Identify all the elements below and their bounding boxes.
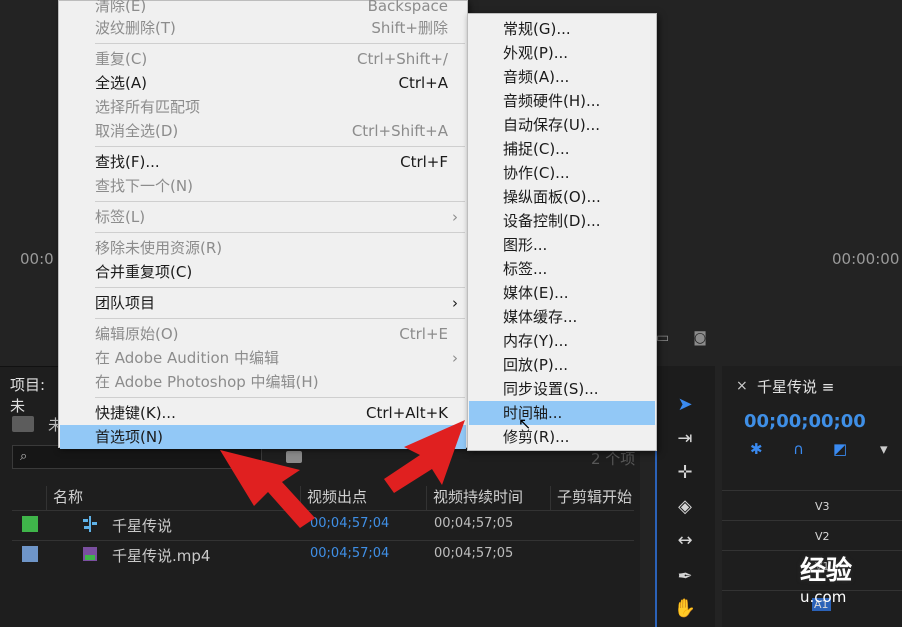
submenu-item-media-cache[interactable]: 媒体缓存... (469, 305, 655, 329)
menu-separator (95, 232, 465, 233)
snap-icon[interactable]: ∩ (793, 440, 804, 458)
clip-video-out[interactable]: 00;04;57;04 (310, 546, 389, 561)
submenu-item-audio-hardware[interactable]: 音频硬件(H)... (469, 89, 655, 113)
submenu-item-media[interactable]: 媒体(E)... (469, 281, 655, 305)
menu-item-edit-in-audition[interactable]: 在 Adobe Audition 中编辑 › (60, 346, 466, 370)
label-color-swatch[interactable] (22, 516, 38, 532)
menu-item-deselect-all[interactable]: 取消全选(D) Ctrl+Shift+A (60, 119, 466, 143)
selection-tool-icon[interactable]: ➤ (673, 394, 697, 418)
menu-item-team-projects[interactable]: 团队项目 › (60, 291, 466, 315)
menu-item-find-next[interactable]: 查找下一个(N) (60, 174, 466, 198)
menu-item-edit-in-photoshop[interactable]: 在 Adobe Photoshop 中编辑(H) (60, 370, 466, 394)
panel-menu-icon[interactable]: ≡ (822, 378, 835, 396)
menu-item-edit-original[interactable]: 编辑原始(O) Ctrl+E (60, 322, 466, 346)
menu-separator (95, 201, 465, 202)
camera-icon[interactable]: ◙ (693, 330, 707, 346)
video-file-icon (82, 546, 98, 562)
monitor-controls: ▭ ◙ (656, 330, 707, 346)
add-marker-icon[interactable]: ▾ (880, 440, 888, 458)
slip-tool-icon[interactable]: ↔ (673, 530, 697, 554)
submenu-item-general[interactable]: 常规(G)... (469, 17, 655, 41)
submenu-item-sync-settings[interactable]: 同步设置(S)... (469, 377, 655, 401)
folder-icon[interactable] (12, 416, 34, 432)
submenu-item-audio[interactable]: 音频(A)... (469, 65, 655, 89)
menu-item-select-all[interactable]: 全选(A) Ctrl+A (60, 71, 466, 95)
submenu-item-labels[interactable]: 标签... (469, 257, 655, 281)
track-label: V3 (815, 500, 830, 513)
nest-icon[interactable]: ✱ (750, 440, 763, 458)
clip-name: 千星传说.mp4 (112, 547, 211, 565)
ripple-edit-tool-icon[interactable]: ✛ (673, 462, 697, 486)
menu-separator (95, 146, 465, 147)
clip-name: 千星传说 (112, 517, 173, 535)
menu-separator (95, 43, 465, 44)
project-tab[interactable]: 项目:未 (0, 374, 60, 415)
menu-item-remove-unused[interactable]: 移除未使用资源(R) (60, 236, 466, 260)
menu-item-duplicate[interactable]: 重复(C) Ctrl+Shift+/ (60, 47, 466, 71)
submenu-item-auto-save[interactable]: 自动保存(U)... (469, 113, 655, 137)
column-subclip-start[interactable]: 子剪辑开始 (550, 486, 634, 510)
submenu-item-memory[interactable]: 内存(Y)... (469, 329, 655, 353)
submenu-item-graphics[interactable]: 图形... (469, 233, 655, 257)
pen-tool-icon[interactable]: ✒ (673, 566, 697, 590)
submenu-item-playback[interactable]: 回放(P)... (469, 353, 655, 377)
submenu-item-appearance[interactable]: 外观(P)... (469, 41, 655, 65)
razor-tool-icon[interactable]: ◈ (673, 496, 697, 520)
submenu-item-device-control[interactable]: 设备控制(D)... (469, 209, 655, 233)
clip-duration: 00;04;57;05 (434, 546, 514, 561)
menu-separator (95, 397, 465, 398)
submenu-item-control-surface[interactable]: 操纵面板(O)... (469, 185, 655, 209)
track-row[interactable] (722, 520, 902, 550)
menu-item-find[interactable]: 查找(F)... Ctrl+F (60, 150, 466, 174)
close-icon[interactable]: × (736, 378, 748, 394)
mouse-cursor-icon: ↖ (518, 414, 532, 433)
menu-separator (95, 318, 465, 319)
source-timecode: 00:0 (20, 250, 54, 268)
timeline-title[interactable]: 千星传说 ≡ (757, 376, 834, 397)
search-icon: ⌕ (20, 449, 28, 464)
menu-item-select-all-matching[interactable]: 选择所有匹配项 (60, 95, 466, 119)
linked-selection-icon[interactable]: ◩ (833, 440, 847, 458)
menu-item-ripple-delete[interactable]: 波纹删除(T) Shift+删除 (60, 16, 466, 40)
red-arrow-icon (384, 420, 465, 493)
preferences-submenu: 常规(G)... 外观(P)... 音频(A)... 音频硬件(H)... 自动… (467, 13, 657, 451)
watermark-text: 经验 (800, 556, 853, 586)
clip-video-out[interactable]: 00;04;57;04 (310, 516, 389, 531)
red-arrow-icon (220, 450, 315, 528)
submenu-item-collaboration[interactable]: 协作(C)... (469, 161, 655, 185)
menu-separator (95, 287, 465, 288)
clip-duration: 00;04;57;05 (434, 516, 514, 531)
label-color-swatch[interactable] (22, 546, 38, 562)
menu-item-consolidate-duplicates[interactable]: 合并重复项(C) (60, 260, 466, 284)
timeline-timecode[interactable]: 00;00;00;00 (744, 411, 866, 432)
program-timecode: 00:00:00 (832, 250, 900, 268)
submenu-item-trim[interactable]: 修剪(R)... (469, 425, 655, 449)
submenu-item-capture[interactable]: 捕捉(C)... (469, 137, 655, 161)
submenu-item-timeline[interactable]: 时间轴... (469, 401, 655, 425)
hand-tool-icon[interactable]: ✋ (673, 598, 697, 622)
sequence-icon (82, 516, 98, 532)
export-frame-icon[interactable]: ▭ (656, 330, 669, 346)
track-select-tool-icon[interactable]: ⇥ (673, 428, 697, 452)
watermark-text: u.com (800, 588, 847, 606)
menu-item-label[interactable]: 标签(L) › (60, 205, 466, 229)
item-count: 2 个项 (591, 450, 636, 468)
track-label: V2 (815, 530, 830, 543)
edit-menu: 清除(E) Backspace 波纹删除(T) Shift+删除 重复(C) Ctrl… (58, 0, 468, 449)
sequence-name: 千星传说 (757, 378, 818, 396)
track-row[interactable] (722, 490, 902, 520)
